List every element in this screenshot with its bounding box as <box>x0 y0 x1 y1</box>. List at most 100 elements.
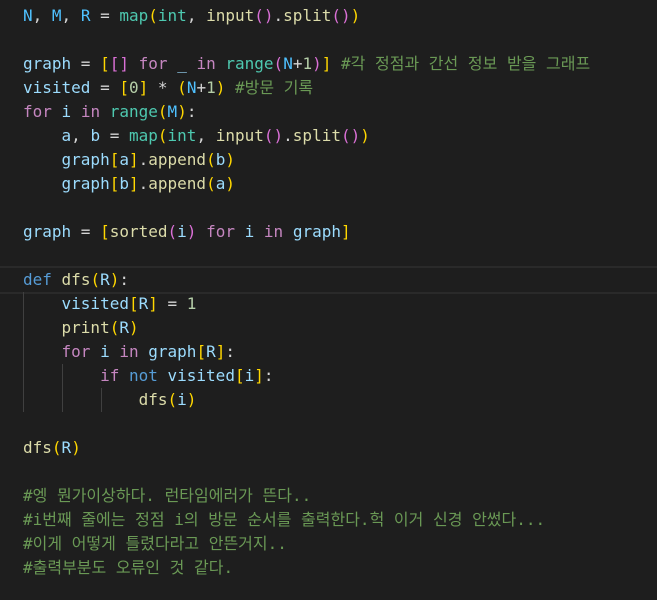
code-token: range <box>109 102 158 121</box>
code-token: 1 <box>186 294 197 313</box>
code-token: = <box>90 6 120 25</box>
code-line[interactable]: visited[R] = 1 <box>23 292 657 316</box>
code-token: int <box>157 6 187 25</box>
code-token: ( <box>273 54 284 73</box>
code-line[interactable] <box>23 244 657 268</box>
code-line[interactable]: visited = [0] * (N+1) #방문 기록 <box>23 76 657 100</box>
code-token: * <box>148 78 178 97</box>
code-line[interactable]: graph = [sorted(i) for i in graph] <box>23 220 657 244</box>
code-line[interactable]: N, M, R = map(int, input().split()) <box>23 4 657 28</box>
code-token: ( <box>51 438 62 457</box>
code-token: = <box>71 222 101 241</box>
code-line[interactable]: graph[a].append(b) <box>23 148 657 172</box>
code-token: ] <box>119 54 129 73</box>
code-token: b <box>90 126 101 145</box>
code-line[interactable]: #이게 어떻게 틀렸다라고 안뜬거지.. <box>23 532 657 556</box>
code-line[interactable]: #i번째 줄에는 정점 i의 방문 순서를 출력한다.헉 이거 신경 안썼다..… <box>23 508 657 532</box>
code-token: ) <box>109 270 120 289</box>
code-token: ( <box>206 150 216 169</box>
code-token: ) <box>215 78 226 97</box>
code-token: ( <box>177 78 187 97</box>
code-token: ) <box>186 390 197 409</box>
code-token: range <box>225 54 274 73</box>
code-token: = <box>100 126 129 145</box>
code-line[interactable]: #출력부분도 오류인 것 같다. <box>23 556 657 580</box>
code-token: [ <box>196 342 207 361</box>
code-line[interactable]: graph = [[] for _ in range(N+1)] #각 정점과 … <box>23 52 657 76</box>
code-token: ) <box>128 318 139 337</box>
code-token: graph <box>23 222 72 241</box>
code-token: a <box>119 150 129 169</box>
code-token: ) <box>340 6 351 25</box>
code-token: , <box>196 126 216 145</box>
code-line[interactable]: print(R) <box>23 316 657 340</box>
code-token: R <box>138 294 149 313</box>
code-token: graph <box>23 54 72 73</box>
code-comment: #각 정점과 간선 정보 받을 그래프 <box>331 54 591 73</box>
code-line[interactable]: for i in graph[R]: <box>23 340 657 364</box>
code-comment: #이게 어떻게 틀렸다라고 안뜬거지.. <box>23 534 287 553</box>
code-line[interactable]: a, b = map(int, input().split()) <box>23 124 657 148</box>
code-token: visited <box>23 78 91 97</box>
code-token: ) <box>225 150 235 169</box>
code-token: ( <box>109 318 120 337</box>
code-line[interactable]: if not visited[i]: <box>23 364 657 388</box>
code-token: ( <box>206 174 216 193</box>
code-token: ( <box>331 6 341 25</box>
code-token: . <box>138 174 149 193</box>
code-line[interactable]: #엥 뭔가이상하다. 런타임에러가 뜬다.. <box>23 484 657 508</box>
code-token: [ <box>234 366 245 385</box>
code-token: if <box>100 366 120 385</box>
code-comment: #엥 뭔가이상하다. 런타임에러가 뜬다.. <box>23 486 312 505</box>
code-token: = <box>157 294 187 313</box>
code-token: for <box>61 342 91 361</box>
code-line[interactable]: dfs(i) <box>23 388 657 412</box>
code-token: R <box>100 270 110 289</box>
code-token: ( <box>157 126 168 145</box>
code-token: R <box>80 6 91 25</box>
code-editor[interactable]: N, M, R = map(int, input().split()) graph… <box>23 4 657 580</box>
code-token: R <box>119 318 129 337</box>
code-token: in <box>80 102 101 121</box>
code-token: [ <box>128 294 139 313</box>
code-line[interactable] <box>23 196 657 220</box>
code-line[interactable]: graph[b].append(a) <box>23 172 657 196</box>
code-token: visited <box>167 366 235 385</box>
code-line[interactable] <box>23 460 657 484</box>
code-token: ( <box>263 126 274 145</box>
code-token: . <box>283 126 293 145</box>
code-token: , <box>186 6 207 25</box>
code-line[interactable]: for i in range(M): <box>23 100 657 124</box>
code-token: ) <box>350 126 361 145</box>
code-token: ) <box>360 126 370 145</box>
code-line[interactable] <box>23 28 657 52</box>
code-token: map <box>119 6 149 25</box>
code-token: . <box>138 150 149 169</box>
code-token: a <box>61 126 72 145</box>
code-token: i <box>244 222 255 241</box>
code-line[interactable]: dfs(R) <box>23 436 657 460</box>
code-line[interactable]: def dfs(R): <box>23 268 657 292</box>
code-token: ) <box>71 438 81 457</box>
code-token: N <box>186 78 197 97</box>
code-token: i <box>244 366 255 385</box>
code-comment: #방문 기록 <box>225 78 314 97</box>
code-token: i <box>61 102 72 121</box>
code-token: : <box>263 366 274 385</box>
code-token: input <box>215 126 264 145</box>
code-line[interactable] <box>23 412 657 436</box>
